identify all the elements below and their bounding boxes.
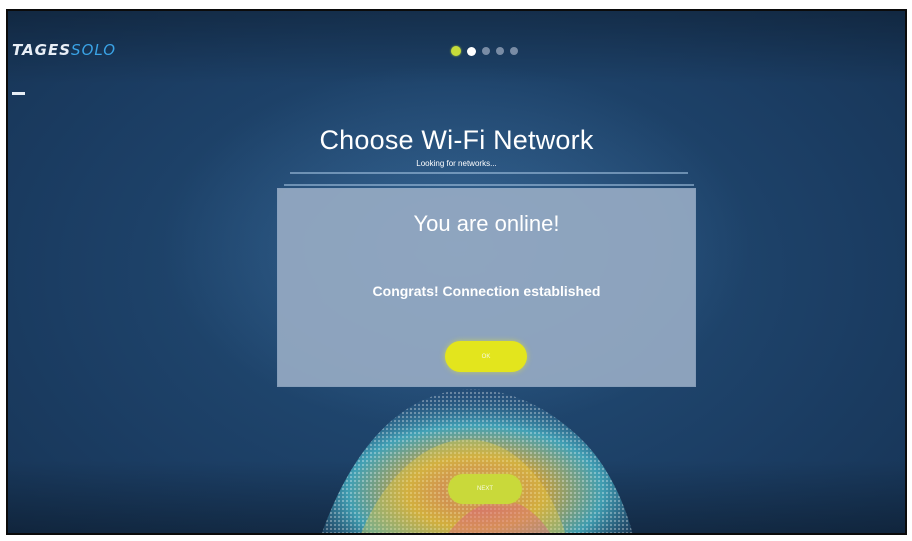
back-icon[interactable] bbox=[12, 92, 25, 95]
brand-logo: TAGESSOLO bbox=[12, 41, 116, 59]
online-dialog: You are online! Congrats! Connection est… bbox=[278, 189, 695, 386]
step-dot bbox=[482, 47, 490, 55]
next-button[interactable]: NEXT bbox=[448, 474, 522, 504]
ok-button[interactable]: OK bbox=[445, 341, 527, 372]
dotted-sculpture-graphic bbox=[321, 389, 633, 533]
logo-primary: TAGES bbox=[12, 41, 72, 59]
logo-secondary: SOLO bbox=[71, 41, 117, 59]
tv-screen: TAGESSOLO Choose Wi-Fi Network Looking f… bbox=[6, 9, 907, 535]
page-subtitle: Looking for networks... bbox=[416, 159, 497, 168]
step-dot bbox=[510, 47, 518, 55]
step-dot-done bbox=[451, 46, 461, 56]
photo-frame: TAGESSOLO Choose Wi-Fi Network Looking f… bbox=[0, 0, 912, 541]
dialog-title: You are online! bbox=[413, 211, 560, 236]
step-progress-dots bbox=[451, 46, 518, 56]
page-title: Choose Wi-Fi Network bbox=[319, 125, 594, 155]
step-dot bbox=[496, 47, 504, 55]
step-dot-current bbox=[467, 46, 476, 56]
network-list-divider bbox=[290, 172, 688, 174]
network-list-divider bbox=[284, 184, 694, 186]
dialog-message: Congrats! Connection established bbox=[372, 283, 601, 299]
